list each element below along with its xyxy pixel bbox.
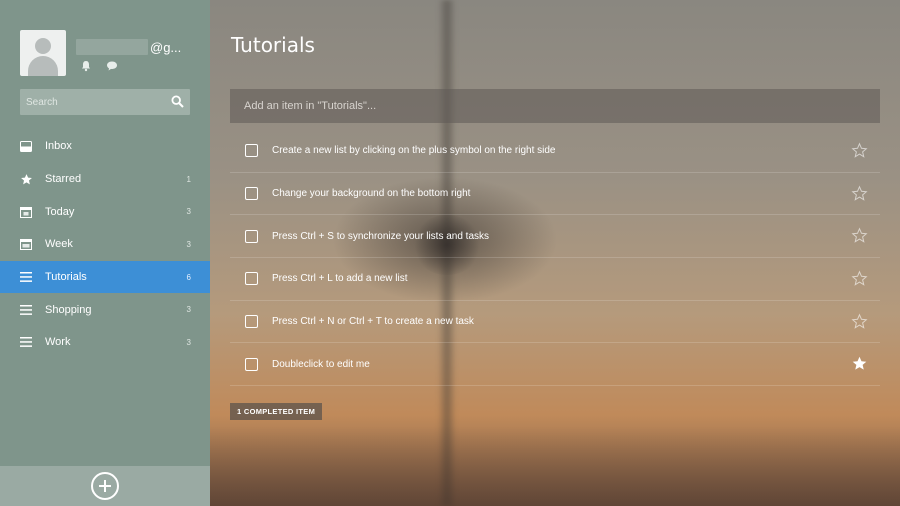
sidebar-item-work[interactable]: Work 3 bbox=[0, 326, 210, 359]
task-text: Doubleclick to edit me bbox=[272, 358, 370, 370]
task-row[interactable]: Press Ctrl + N or Ctrl + T to create a n… bbox=[230, 301, 880, 344]
search-icon[interactable] bbox=[171, 95, 184, 108]
task-row[interactable]: Create a new list by clicking on the plu… bbox=[230, 130, 880, 173]
task-row[interactable]: Change your background on the bottom rig… bbox=[230, 173, 880, 216]
list-icon bbox=[19, 270, 33, 284]
list-navigation: Inbox Starred 1 Today 3 Week 3 Tutorials… bbox=[0, 130, 210, 359]
star-outline-icon[interactable] bbox=[851, 227, 868, 244]
item-count: 6 bbox=[186, 272, 191, 282]
star-outline-icon[interactable] bbox=[851, 142, 868, 159]
task-checkbox[interactable] bbox=[245, 144, 258, 158]
task-text: Press Ctrl + S to synchronize your lists… bbox=[272, 230, 490, 242]
completed-items-button[interactable]: 1 COMPLETED ITEM bbox=[230, 403, 323, 420]
add-item-input[interactable] bbox=[244, 100, 844, 112]
item-count: 3 bbox=[186, 305, 191, 315]
star-icon bbox=[19, 172, 33, 186]
star-outline-icon[interactable] bbox=[851, 313, 868, 330]
item-count: 3 bbox=[186, 337, 191, 347]
task-text: Press Ctrl + N or Ctrl + T to create a n… bbox=[272, 316, 474, 328]
sidebar-item-label: Tutorials bbox=[45, 271, 87, 284]
item-count: 3 bbox=[186, 239, 191, 249]
sidebar-item-inbox[interactable]: Inbox bbox=[0, 130, 210, 163]
list-icon bbox=[19, 303, 33, 317]
plus-icon bbox=[99, 480, 111, 492]
sidebar-item-week[interactable]: Week 3 bbox=[0, 228, 210, 261]
add-list-button[interactable] bbox=[91, 472, 119, 500]
task-row[interactable]: Press Ctrl + L to add a new list bbox=[230, 258, 880, 301]
sidebar-item-label: Shopping bbox=[45, 303, 92, 316]
chat-icon[interactable] bbox=[106, 60, 118, 72]
sidebar-item-label: Today bbox=[45, 205, 75, 218]
task-checkbox[interactable] bbox=[245, 315, 258, 329]
star-outline-icon[interactable] bbox=[851, 270, 868, 287]
sidebar: @g... Inbox bbox=[0, 0, 210, 506]
task-list: Create a new list by clicking on the plu… bbox=[230, 130, 880, 387]
bell-icon[interactable] bbox=[80, 60, 92, 72]
calendar-week-icon bbox=[19, 237, 33, 251]
task-checkbox[interactable] bbox=[245, 272, 258, 286]
email-suffix: @g... bbox=[150, 39, 182, 55]
sidebar-footer bbox=[0, 466, 210, 506]
task-checkbox[interactable] bbox=[245, 187, 258, 201]
task-text: Change your background on the bottom rig… bbox=[272, 188, 471, 200]
task-text: Press Ctrl + L to add a new list bbox=[272, 273, 408, 285]
main-content: Tutorials Create a new list by clicking … bbox=[210, 0, 900, 506]
page-title: Tutorials bbox=[231, 33, 315, 57]
sidebar-item-starred[interactable]: Starred 1 bbox=[0, 163, 210, 196]
sidebar-item-label: Week bbox=[45, 238, 73, 251]
item-count: 1 bbox=[186, 174, 191, 184]
sidebar-item-label: Starred bbox=[45, 173, 82, 186]
task-row[interactable]: Press Ctrl + S to synchronize your lists… bbox=[230, 215, 880, 259]
star-outline-icon[interactable] bbox=[851, 185, 868, 202]
task-checkbox[interactable] bbox=[245, 357, 258, 371]
add-item-bar bbox=[230, 89, 880, 123]
avatar[interactable] bbox=[20, 30, 66, 76]
sidebar-item-tutorials[interactable]: Tutorials 6 bbox=[0, 260, 210, 294]
sidebar-item-label: Inbox bbox=[45, 140, 72, 153]
search-box bbox=[20, 89, 190, 115]
sidebar-item-label: Work bbox=[45, 336, 71, 349]
task-text: Create a new list by clicking on the plu… bbox=[272, 145, 556, 157]
sidebar-item-today[interactable]: Today 3 bbox=[0, 195, 210, 228]
sidebar-item-shopping[interactable]: Shopping 3 bbox=[0, 293, 210, 326]
task-checkbox[interactable] bbox=[245, 229, 258, 243]
email-redacted bbox=[76, 39, 148, 55]
item-count: 3 bbox=[186, 207, 191, 217]
calendar-today-icon bbox=[19, 205, 33, 219]
star-filled-icon[interactable] bbox=[851, 355, 868, 372]
task-row[interactable]: Doubleclick to edit me bbox=[230, 343, 880, 387]
inbox-icon bbox=[19, 139, 33, 153]
user-email[interactable]: @g... bbox=[76, 38, 196, 56]
list-icon bbox=[19, 335, 33, 349]
search-input[interactable] bbox=[26, 96, 166, 108]
